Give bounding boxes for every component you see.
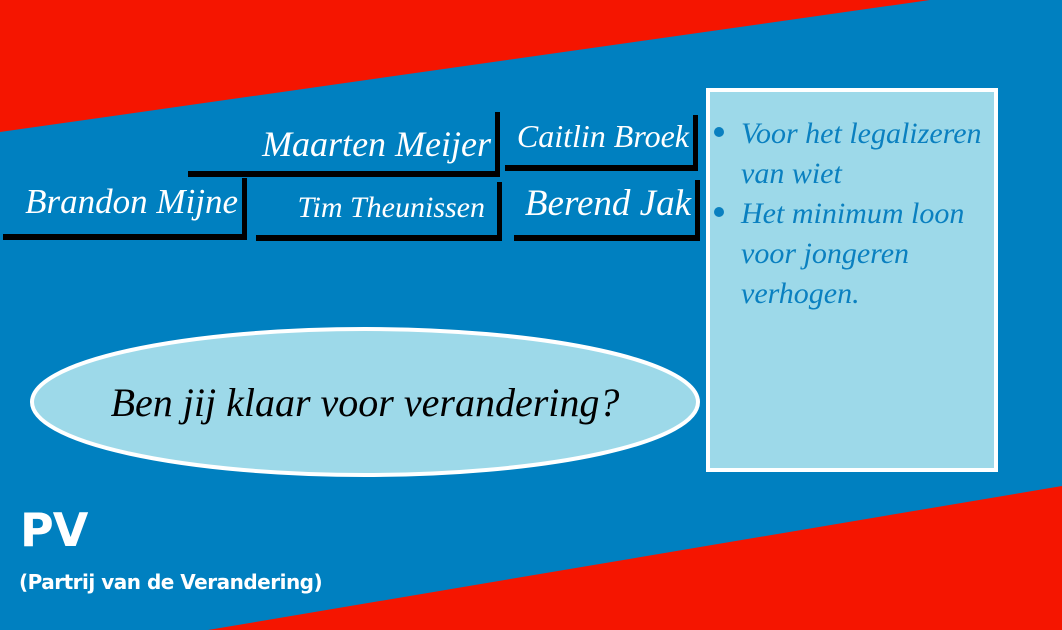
party-abbreviation: PV	[20, 503, 88, 557]
bullet-icon	[714, 127, 724, 137]
policy-point: Het minimum loon voor jongeren verhogen.	[710, 194, 986, 314]
red-stripe-bottom	[208, 486, 1062, 630]
party-full-name: (Partrij van de Verandering)	[19, 570, 323, 594]
bullet-icon	[714, 207, 724, 217]
policy-points-box: Voor het legalizeren van wiet Het minimu…	[706, 88, 998, 472]
policy-point-text: Het minimum loon voor jongeren verhogen.	[741, 197, 965, 310]
slogan-text: Ben jij klaar voor verandering?	[110, 379, 620, 425]
policy-point-text: Voor het legalizeren van wiet	[741, 117, 982, 190]
policy-point: Voor het legalizeren van wiet	[710, 114, 986, 194]
